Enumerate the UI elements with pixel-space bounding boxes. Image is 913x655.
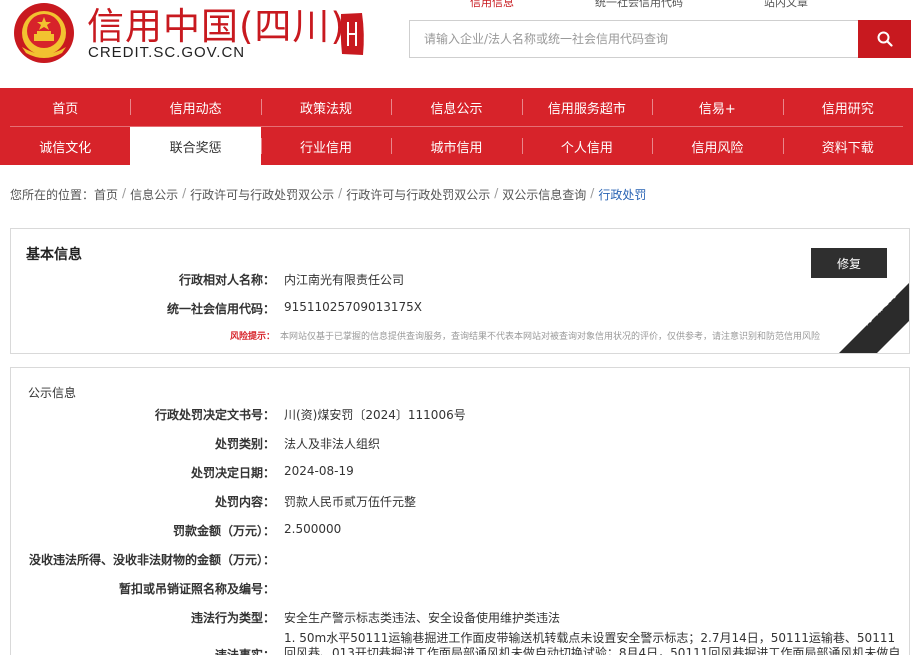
violation-facts-text: 1. 50m水平50111运输巷掘进工作面皮带输送机转载点未设置安全警示标志；2… [284,631,904,655]
breadcrumb-item[interactable]: 双公示信息查询 [502,186,586,204]
nav-item-joint-reward[interactable]: 联合奖惩 [130,127,261,165]
site-title[interactable]: 信用中国(四川) [87,0,346,50]
public-info-panel: 公示信息 行政处罚决定文书号： 川(资)煤安罚〔2024〕111006号 处罚类… [10,367,910,655]
nav-row-1: 首页 信用动态 政策法规 信息公示 信用服务超市 信易+ 信用研究 [0,88,913,126]
field-label: 没收违法所得、没收非法财物的金额（万元）： [28,553,275,567]
field-value: 内江南光有限责任公司 [284,273,405,287]
breadcrumb-item[interactable]: 首页 [94,186,118,204]
seal-icon [340,13,364,55]
field-row: 处罚内容： 罚款人民币贰万伍仟元整 [11,493,909,511]
field-value: 1. 50m水平50111运输巷掘进工作面皮带输送机转载点未设置安全警示标志；2… [284,631,901,655]
nav-item-city-credit[interactable]: 城市信用 [391,127,521,165]
breadcrumb-separator: / [494,186,499,200]
field-row: 行政处罚决定文书号： 川(资)煤安罚〔2024〕111006号 [11,406,909,424]
nav-item-personal-credit[interactable]: 个人信用 [521,127,652,165]
field-value: 川(资)煤安罚〔2024〕111006号 [284,408,466,422]
corner-ribbon: 行政处罚 [830,274,909,353]
field-label: 违法行为类型： [190,611,275,625]
risk-warning: 风险提示： 本网站仅基于已掌握的信息提供查询服务，查询结果不代表本网站对被查询对… [11,329,909,343]
basic-info-panel: 基本信息 行政相对人名称： 内江南光有限责任公司 统一社会信用代码： 91511… [10,228,910,354]
field-row: 罚款金额（万元）： 2.500000 [11,522,909,540]
field-label: 罚款金额（万元）： [172,524,275,538]
nav-item-xinyi[interactable]: 信易+ [652,88,782,126]
breadcrumb-item[interactable]: 信息公示 [130,186,178,204]
nav-item-service-market[interactable]: 信用服务超市 [521,88,652,126]
search-bar [409,20,911,58]
national-emblem-icon [14,3,74,63]
field-row: 没收违法所得、没收非法财物的金额（万元）： [11,551,909,569]
field-value: 法人及非法人组织 [284,437,381,451]
field-label: 行政处罚决定文书号： [154,408,275,422]
field-value: 罚款人民币贰万伍仟元整 [284,495,417,509]
nav-item-integrity-culture[interactable]: 诚信文化 [0,127,130,165]
field-label: 处罚内容： [214,495,275,509]
search-input[interactable] [410,21,858,57]
field-value: 2.500000 [284,522,342,536]
breadcrumb-prefix: 您所在的位置： [10,188,95,202]
breadcrumb-separator: / [338,186,343,200]
site-header: 信用中国(四川) CREDIT.SC.GOV.CN 信用信息 统一社会信用代码 … [0,0,913,88]
field-label: 行政相对人名称： [178,273,275,287]
top-link-articles[interactable]: 站内文章 [764,0,808,10]
nav-item-public-info[interactable]: 信息公示 [391,88,521,126]
nav-item-home[interactable]: 首页 [0,88,130,126]
site-domain: CREDIT.SC.GOV.CN [88,44,246,61]
field-label: 处罚决定日期： [190,466,275,480]
nav-item-credit-news[interactable]: 信用动态 [130,88,260,126]
nav-item-policy[interactable]: 政策法规 [260,88,391,126]
field-label: 处罚类别： [214,437,275,451]
top-link-credit-code[interactable]: 统一社会信用代码 [595,0,683,10]
field-value: 91511025709013175X [284,300,423,314]
field-row: 处罚决定日期： 2024-08-19 [11,464,909,482]
top-link-credit-info[interactable]: 信用信息 [470,0,514,10]
field-label: 统一社会信用代码： [166,302,275,316]
top-links: 信用信息 统一社会信用代码 站内文章 [470,0,890,10]
nav-item-research[interactable]: 信用研究 [782,88,913,126]
nav-item-industry-credit[interactable]: 行业信用 [260,127,391,165]
breadcrumb-current: 行政处罚 [598,188,647,202]
field-value: 2024-08-19 [284,464,354,478]
breadcrumb-item[interactable]: 行政许可与行政处罚双公示 [346,186,490,204]
breadcrumb: 您所在的位置： 首页 / 信息公示 / 行政许可与行政处罚双公示 / 行政许可与… [10,186,910,204]
field-row: 处罚类别： 法人及非法人组织 [11,435,909,453]
search-icon [877,31,893,47]
field-row: 行政相对人名称： 内江南光有限责任公司 [11,271,909,289]
basic-info-title: 基本信息 [26,247,82,263]
breadcrumb-separator: / [590,186,595,200]
field-row: 统一社会信用代码： 91511025709013175X [11,300,909,318]
main-nav: 首页 信用动态 政策法规 信息公示 信用服务超市 信易+ 信用研究 诚信文化 联… [0,88,913,165]
nav-item-downloads[interactable]: 资料下载 [782,127,913,165]
nav-row-2: 诚信文化 联合奖惩 行业信用 城市信用 个人信用 信用风险 资料下载 [0,127,913,165]
field-value: 安全生产警示标志类违法、安全设备使用维护类违法 [284,611,561,625]
breadcrumb-separator: / [122,186,127,200]
risk-warning-label: 风险提示： [229,332,275,342]
public-info-title: 公示信息 [28,386,77,400]
field-label: 暂扣或吊销证照名称及编号： [118,582,275,596]
risk-warning-text: 本网站仅基于已掌握的信息提供查询服务，查询结果不代表本网站对被查询对象信用状况的… [280,332,821,342]
field-label: 违法事实： [214,648,275,655]
breadcrumb-separator: / [182,186,187,200]
breadcrumb-item[interactable]: 行政许可与行政处罚双公示 [190,186,334,204]
field-row: 暂扣或吊销证照名称及编号： [11,580,909,598]
field-row: 违法行为类型： 安全生产警示标志类违法、安全设备使用维护类违法 [11,609,909,627]
search-button[interactable] [858,20,911,58]
nav-item-credit-risk[interactable]: 信用风险 [652,127,782,165]
